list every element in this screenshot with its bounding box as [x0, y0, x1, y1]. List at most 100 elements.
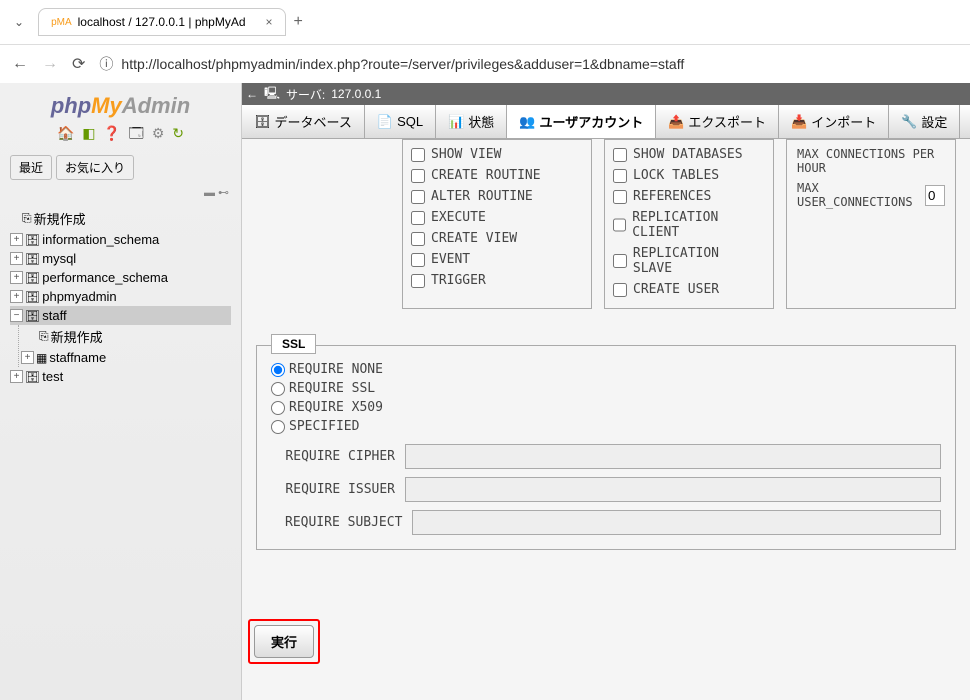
submit-row: 実行 [242, 609, 970, 700]
top-tabs: 🗄データベース 📄SQL 📊状態 👥ユーザアカウント 📤エクスポート 📥インポー… [242, 105, 970, 139]
tree-db[interactable]: +🗄phpmyadmin [10, 287, 231, 306]
priv-check[interactable]: SHOW VIEW [411, 144, 583, 165]
priv-check[interactable]: CREATE VIEW [411, 228, 583, 249]
sql-icon: 📄 [377, 114, 393, 130]
priv-check[interactable]: EVENT [411, 249, 583, 270]
db-tree: ⎘新規作成 +🗄information_schema +🗄mysql +🗄per… [4, 203, 237, 390]
tree-db[interactable]: +🗄information_schema [10, 230, 231, 249]
expand-icon[interactable]: + [10, 290, 23, 303]
priv-check[interactable]: TRIGGER [411, 270, 583, 291]
db-icon: 🗄 [25, 309, 40, 323]
ssl-specified[interactable]: SPECIFIED [271, 417, 941, 436]
server-label: サーバ: [286, 86, 325, 103]
tab-status[interactable]: 📊状態 [436, 105, 507, 138]
resource-limits-box: MAX CONNECTIONS PER HOUR MAX USER_CONNEC… [786, 139, 956, 309]
close-icon[interactable]: × [266, 15, 273, 29]
browser-tab[interactable]: pMA localhost / 127.0.0.1 | phpMyAd × [38, 8, 285, 36]
gear-icon[interactable]: ⚙ [152, 125, 165, 141]
tab-database[interactable]: 🗄データベース [242, 105, 365, 138]
tab-export[interactable]: 📤エクスポート [656, 105, 779, 138]
user-icon: 👥 [519, 114, 535, 130]
require-issuer-label: REQUIRE ISSUER [285, 482, 395, 497]
table-icon: ▦ [36, 351, 47, 365]
db-icon: 🗄 [25, 271, 40, 285]
wrench-icon: 🔧 [901, 114, 917, 130]
home-icon[interactable]: 🏠 [57, 125, 74, 141]
require-cipher-label: REQUIRE CIPHER [285, 449, 395, 464]
expand-icon[interactable]: + [10, 271, 23, 284]
priv-check[interactable]: REPLICATION CLIENT [613, 207, 765, 243]
status-icon: 📊 [448, 114, 464, 130]
tree-db[interactable]: +🗄performance_schema [10, 268, 231, 287]
main-panel: ← 🖳 サーバ: 127.0.0.1 🗄データベース 📄SQL 📊状態 👥ユーザ… [242, 83, 970, 700]
tree-db[interactable]: +🗄test [10, 367, 231, 386]
sql-icon[interactable]: 🗔 [129, 125, 144, 141]
require-issuer-input[interactable] [405, 477, 941, 502]
forward-icon[interactable]: → [42, 55, 58, 73]
server-host: 127.0.0.1 [331, 87, 381, 101]
limit-label: MAX CONNECTIONS PER HOUR [797, 147, 945, 175]
priv-check[interactable]: REPLICATION SLAVE [613, 243, 765, 279]
ssl-fieldset: SSL REQUIRE NONE REQUIRE SSL REQUIRE X50… [256, 345, 956, 550]
pma-logo: phpMyAdmin [4, 89, 237, 121]
new-icon: ⎘ [22, 211, 32, 226]
max-user-conn-input[interactable] [925, 185, 945, 206]
docs-icon[interactable]: ❓ [103, 125, 120, 141]
priv-check[interactable]: CREATE USER [613, 279, 765, 300]
privileges-area: SHOW VIEW CREATE ROUTINE ALTER ROUTINE E… [242, 139, 970, 309]
priv-check[interactable]: EXECUTE [411, 207, 583, 228]
tab-accounts[interactable]: 👥ユーザアカウント [507, 105, 656, 138]
sidebar: phpMyAdmin 🏠 ◧ ❓ 🗔 ⚙ ↻ 最近 お気に入り ▬ ⊷ ⎘新規作… [0, 83, 242, 700]
pma-favicon: pMA [51, 17, 72, 28]
tab-settings[interactable]: 🔧設定 [889, 105, 960, 138]
recent-tab[interactable]: 最近 [10, 155, 52, 180]
ssl-require-x509[interactable]: REQUIRE X509 [271, 398, 941, 417]
tab-sql[interactable]: 📄SQL [365, 105, 436, 138]
tree-db[interactable]: +🗄mysql [10, 249, 231, 268]
browser-tab-strip: ⌄ pMA localhost / 127.0.0.1 | phpMyAd × … [0, 0, 970, 45]
tree-db-staff[interactable]: −🗄staff [10, 306, 231, 325]
priv-check[interactable]: SHOW DATABASES [613, 144, 765, 165]
collapse-icon[interactable]: − [10, 309, 23, 322]
db-icon: 🗄 [25, 252, 40, 266]
url-field[interactable]: ⓘ http://localhost/phpmyadmin/index.php?… [99, 54, 958, 74]
db-icon: 🗄 [25, 370, 40, 384]
new-tab-button[interactable]: + [294, 13, 303, 31]
exec-highlight: 実行 [248, 619, 320, 664]
back-arrow-icon[interactable]: ← [246, 87, 258, 101]
ssl-require-ssl[interactable]: REQUIRE SSL [271, 379, 941, 398]
expand-icon[interactable]: + [10, 370, 23, 383]
priv-structure-box: SHOW VIEW CREATE ROUTINE ALTER ROUTINE E… [402, 139, 592, 309]
execute-button[interactable]: 実行 [254, 625, 314, 658]
priv-check[interactable]: ALTER ROUTINE [411, 186, 583, 207]
ssl-require-none[interactable]: REQUIRE NONE [271, 360, 941, 379]
favorites-tab[interactable]: お気に入り [56, 155, 134, 180]
expand-icon[interactable]: + [10, 252, 23, 265]
tab-list-chevron[interactable]: ⌄ [8, 15, 30, 29]
require-subject-input[interactable] [412, 510, 941, 535]
expand-icon[interactable]: + [10, 233, 23, 246]
limit-label: MAX USER_CONNECTIONS [797, 181, 915, 209]
reload-tree-icon[interactable]: ↻ [172, 125, 184, 141]
logout-icon[interactable]: ◧ [82, 125, 95, 141]
tree-table-staffname[interactable]: +▦staffname [21, 348, 231, 367]
require-cipher-input[interactable] [405, 444, 941, 469]
expand-icon[interactable]: + [21, 351, 34, 364]
priv-check[interactable]: REFERENCES [613, 186, 765, 207]
priv-check[interactable]: LOCK TABLES [613, 165, 765, 186]
back-icon[interactable]: ← [12, 55, 28, 73]
priv-check[interactable]: CREATE ROUTINE [411, 165, 583, 186]
url-text: http://localhost/phpmyadmin/index.php?ro… [121, 56, 684, 72]
reload-icon[interactable]: ⟳ [72, 54, 85, 74]
tab-title: localhost / 127.0.0.1 | phpMyAd [78, 15, 246, 29]
tab-import[interactable]: 📥インポート [779, 105, 889, 138]
priv-admin-box: SHOW DATABASES LOCK TABLES REFERENCES RE… [604, 139, 774, 309]
import-icon: 📥 [791, 114, 807, 130]
tree-collapse-controls[interactable]: ▬ ⊷ [4, 182, 237, 203]
address-bar: ← → ⟳ ⓘ http://localhost/phpmyadmin/inde… [0, 45, 970, 83]
db-icon: 🗄 [254, 114, 271, 130]
export-icon: 📤 [668, 114, 684, 130]
tree-new[interactable]: ⎘新規作成 [10, 207, 231, 230]
server-bar: ← 🖳 サーバ: 127.0.0.1 [242, 83, 970, 105]
tree-new-table[interactable]: ⎘新規作成 [21, 325, 231, 348]
